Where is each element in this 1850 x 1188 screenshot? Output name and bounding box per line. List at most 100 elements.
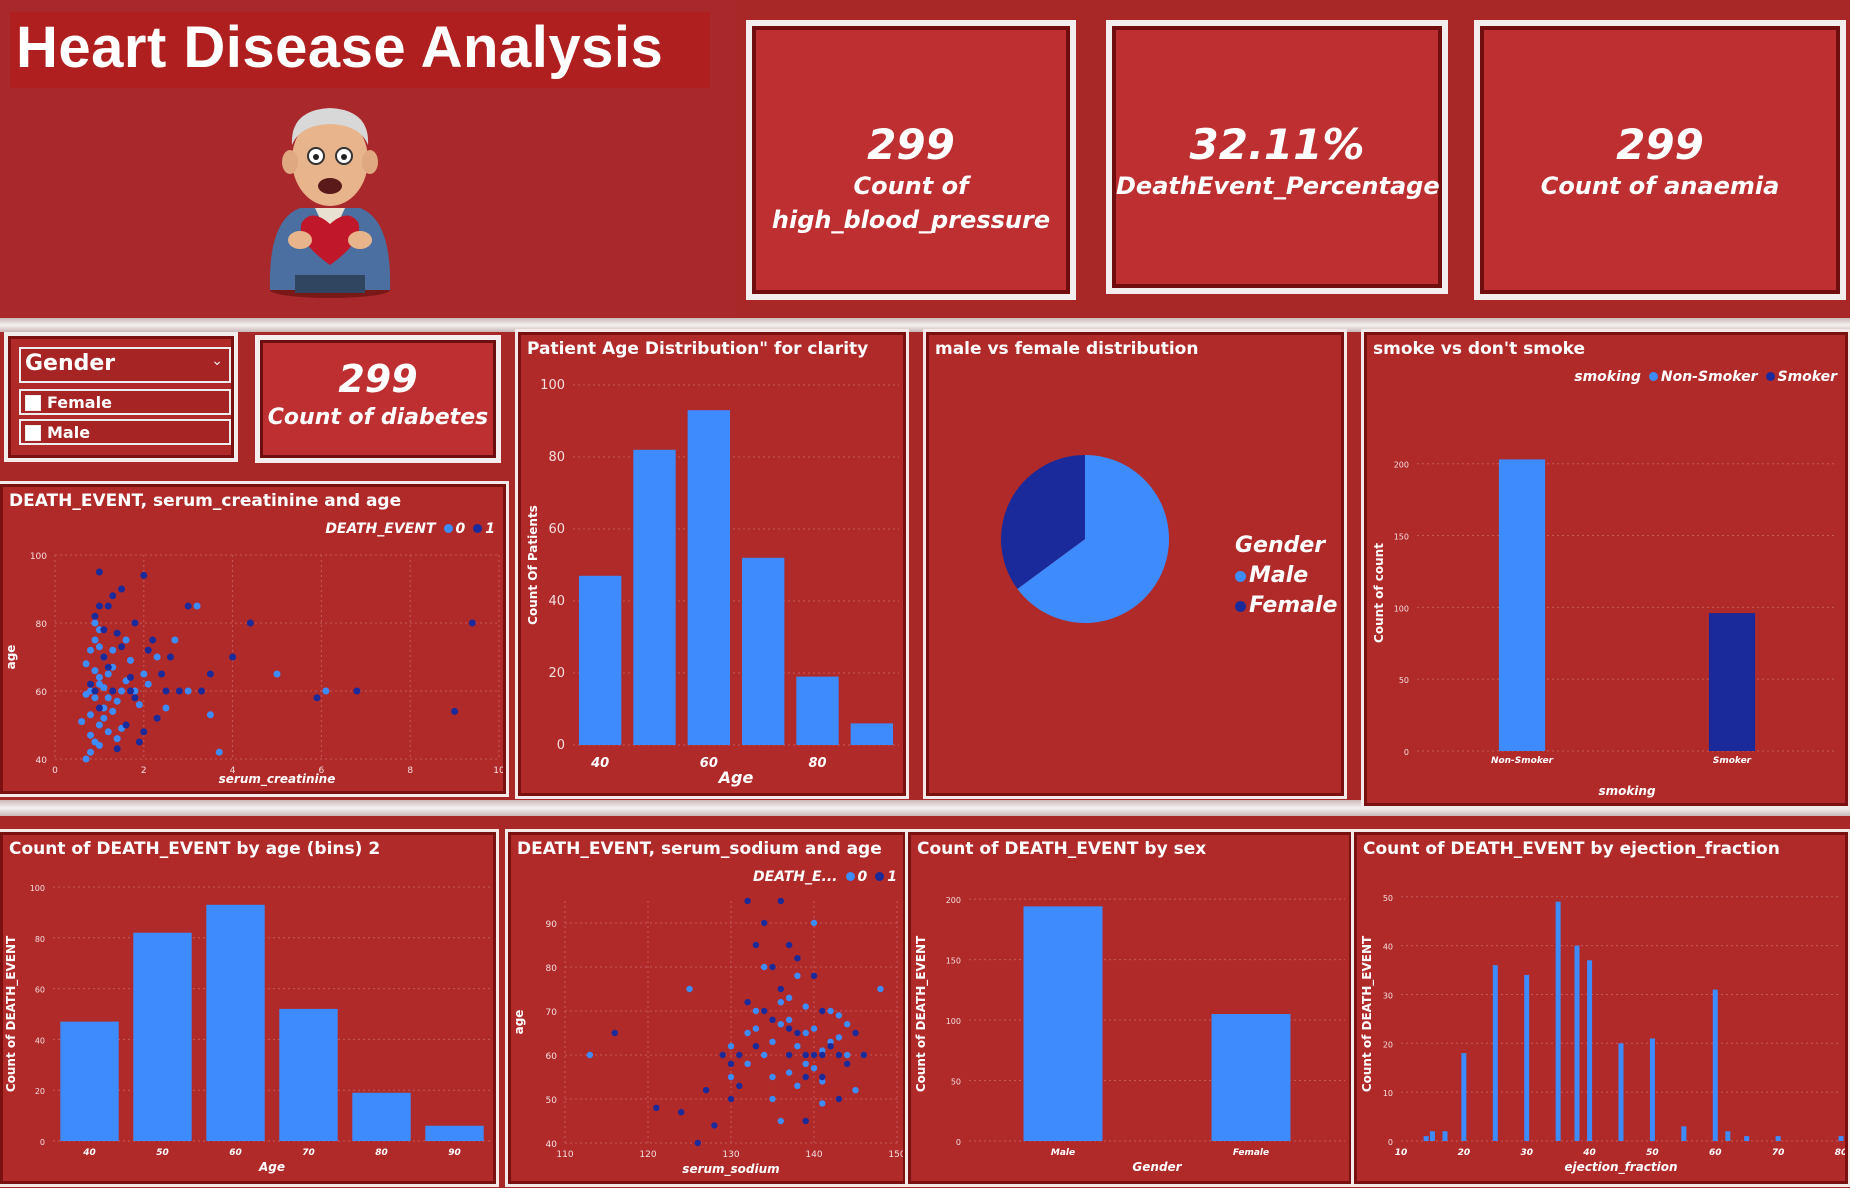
y-tick-label: 200 bbox=[946, 896, 961, 905]
y-tick-label: 70 bbox=[546, 1008, 558, 1018]
checkbox-icon[interactable] bbox=[25, 395, 41, 411]
scatter-point bbox=[353, 687, 361, 695]
scatter-point bbox=[104, 728, 112, 736]
bar bbox=[60, 1021, 119, 1141]
x-tick-label: Female bbox=[1233, 1148, 1269, 1158]
slicer-option-male[interactable]: Male bbox=[19, 419, 231, 445]
scatter-point bbox=[95, 721, 103, 729]
x-tick-label: 70 bbox=[302, 1148, 315, 1158]
scatter-point bbox=[844, 1051, 851, 1059]
x-tick-label: 140 bbox=[805, 1150, 822, 1160]
scatter-point bbox=[100, 626, 108, 634]
scatter-point bbox=[810, 972, 818, 979]
bar bbox=[1492, 965, 1498, 1141]
chart-title: DEATH_EVENT, serum_creatinine and age bbox=[9, 491, 402, 511]
scatter-point bbox=[785, 1051, 793, 1059]
scatter-point bbox=[810, 919, 818, 927]
scatter-point bbox=[126, 687, 134, 695]
slicer-option-female[interactable]: Female bbox=[19, 389, 231, 415]
chart-legend: DEATH_E... 0 1 bbox=[753, 869, 897, 885]
chart-title: DEATH_EVENT, serum_sodium and age bbox=[517, 839, 882, 859]
y-tick-label: 150 bbox=[946, 957, 961, 966]
scatter-point bbox=[144, 646, 152, 654]
scatter-point bbox=[95, 673, 103, 681]
scatter-point bbox=[82, 755, 90, 763]
y-tick-label: 60 bbox=[548, 522, 565, 537]
slicer-title: Gender bbox=[25, 351, 116, 376]
sodium-scatter-chart: 40 50 60 70 80 90 age serum_sodium 110 120 130 140 1… bbox=[512, 897, 903, 1177]
scatter-point bbox=[451, 707, 459, 715]
x-tick-label: Smoker bbox=[1713, 756, 1752, 766]
scatter-point bbox=[761, 1051, 768, 1059]
scatter-point bbox=[860, 1051, 867, 1059]
scatter-point bbox=[877, 985, 884, 993]
y-axis-title: Count Of Patients bbox=[526, 505, 540, 625]
scatter-point bbox=[135, 738, 143, 746]
scatter-point bbox=[752, 1025, 760, 1032]
scatter-point bbox=[140, 728, 148, 736]
creatinine-scatter-chart: 406080100ageserum_creatinine0 2 4 6 8 10 bbox=[4, 552, 503, 787]
x-tick-label: 40 bbox=[590, 756, 609, 771]
x-axis-title: ejection_fraction bbox=[1564, 1160, 1677, 1175]
chart-title: Patient Age Distribution" for clarity bbox=[527, 339, 869, 359]
x-tick-label: 30 bbox=[1520, 1148, 1533, 1158]
y-tick-label: 0 bbox=[40, 1138, 45, 1147]
scatter-point bbox=[802, 1029, 809, 1037]
kpi-value: 299 bbox=[338, 357, 418, 401]
gender-slicer[interactable]: Gender ⌄ Female Male bbox=[8, 336, 234, 458]
panel-ejection-fraction: Count of DEATH_EVENT by ejection_fractio… bbox=[1354, 832, 1848, 1184]
scatter-point bbox=[100, 653, 108, 661]
scatter-point bbox=[777, 897, 784, 905]
bar bbox=[1712, 989, 1718, 1141]
x-axis-title: Age bbox=[717, 768, 754, 787]
checkbox-icon[interactable] bbox=[25, 425, 41, 441]
scatter-point bbox=[95, 741, 103, 749]
scatter-point bbox=[131, 694, 139, 702]
scatter-point bbox=[785, 1025, 793, 1032]
x-tick-label: 8 bbox=[407, 766, 413, 776]
y-tick-label: 100 bbox=[540, 378, 565, 393]
scatter-point bbox=[744, 1029, 751, 1037]
bar bbox=[1211, 1014, 1291, 1141]
scatter-point bbox=[104, 670, 112, 678]
chart-legend: Gender Male Female bbox=[1235, 531, 1337, 621]
bar bbox=[1498, 459, 1546, 751]
legend-label: 0 bbox=[857, 869, 868, 885]
scatter-point bbox=[719, 1051, 726, 1059]
y-tick-label: 20 bbox=[548, 666, 565, 681]
chart-title: smoke vs don't smoke bbox=[1373, 339, 1586, 359]
kpi-card-anaemia: 299 Count of anaemia bbox=[1480, 26, 1840, 294]
y-tick-label: 40 bbox=[1383, 943, 1393, 952]
bar bbox=[687, 410, 731, 745]
scatter-point bbox=[586, 1051, 594, 1059]
kpi-value: 32.11% bbox=[1189, 120, 1365, 169]
scatter-point bbox=[206, 711, 214, 719]
x-tick-label: 80 bbox=[1835, 1148, 1845, 1158]
bar bbox=[741, 557, 785, 745]
scatter-point bbox=[835, 1034, 843, 1041]
scatter-point bbox=[122, 636, 130, 644]
legend-label: 1 bbox=[485, 521, 495, 537]
scatter-point bbox=[852, 1029, 859, 1037]
x-tick-label: 6 bbox=[319, 766, 325, 776]
y-tick-label: 200 bbox=[1394, 461, 1409, 470]
scatter-point bbox=[852, 1087, 859, 1094]
scatter-point bbox=[777, 1021, 784, 1028]
x-tick-label: 60 bbox=[1709, 1148, 1722, 1158]
chevron-down-icon[interactable]: ⌄ bbox=[211, 353, 223, 369]
slicer-header[interactable]: Gender ⌄ bbox=[19, 347, 231, 383]
scatter-point bbox=[126, 673, 134, 681]
scatter-point bbox=[785, 1016, 793, 1023]
scatter-point bbox=[769, 1016, 776, 1023]
bar bbox=[1775, 1136, 1781, 1141]
scatter-point bbox=[118, 643, 126, 651]
scatter-point bbox=[100, 714, 108, 722]
chart-legend: DEATH_EVENT 0 1 bbox=[325, 521, 495, 537]
bar bbox=[425, 1125, 484, 1141]
legend-item: Female bbox=[1235, 591, 1337, 621]
legend-title: Gender bbox=[1235, 533, 1326, 558]
bar bbox=[1618, 1043, 1624, 1141]
x-tick-label: 150 bbox=[888, 1150, 903, 1160]
scatter-point bbox=[87, 680, 95, 688]
title-banner: Heart Disease Analysis bbox=[10, 12, 710, 88]
